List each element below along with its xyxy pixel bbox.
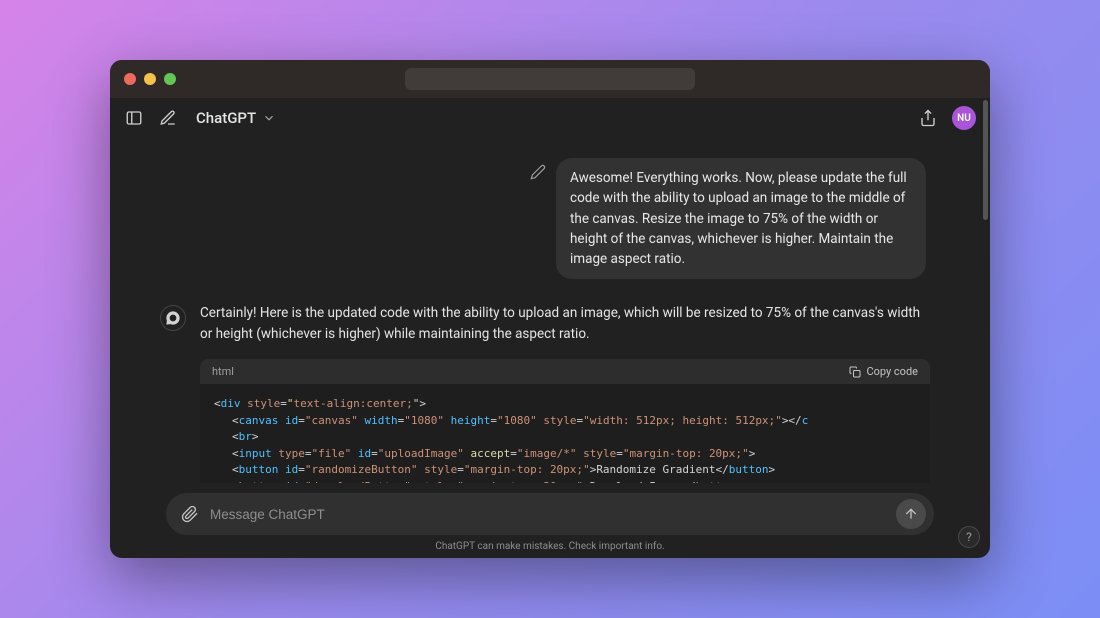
code-header: html Copy code [200,359,930,384]
disclaimer: ChatGPT can make mistakes. Check importa… [110,541,990,558]
code-block: html Copy code <div style="text-align:ce… [200,359,930,483]
send-button[interactable] [896,499,926,529]
new-chat-icon[interactable] [158,108,178,128]
copy-code-button[interactable]: Copy code [849,365,918,378]
titlebar [110,60,990,98]
code-content[interactable]: <div style="text-align:center;"> <canvas… [200,384,930,483]
help-button[interactable]: ? [958,526,980,548]
copy-code-label: Copy code [866,365,918,378]
url-bar[interactable] [405,68,695,90]
sidebar-toggle-icon[interactable] [124,108,144,128]
model-name: ChatGPT [196,109,256,127]
share-icon[interactable] [918,108,938,128]
composer [166,493,934,535]
app-header: ChatGPT NU [110,98,990,138]
composer-area [110,483,990,541]
minimize-window-button[interactable] [144,73,156,85]
edit-message-icon[interactable] [530,164,546,180]
assistant-avatar-icon [160,305,186,331]
code-language-label: html [212,365,234,378]
chevron-down-icon [262,111,276,125]
close-window-button[interactable] [124,73,136,85]
copy-icon [849,366,861,378]
assistant-message: Certainly! Here is the updated code with… [200,303,930,345]
chat-area: Awesome! Everything works. Now, please u… [110,138,990,483]
user-message: Awesome! Everything works. Now, please u… [556,158,926,279]
attach-file-icon[interactable] [180,504,200,524]
traffic-lights [124,73,176,85]
message-input[interactable] [210,507,886,522]
user-message-row: Awesome! Everything works. Now, please u… [160,158,930,279]
app-window: ChatGPT NU Awesome! Everything works. No… [110,60,990,558]
model-selector[interactable]: ChatGPT [196,109,276,127]
maximize-window-button[interactable] [164,73,176,85]
user-avatar[interactable]: NU [952,106,976,130]
assistant-message-row: Certainly! Here is the updated code with… [160,303,930,483]
